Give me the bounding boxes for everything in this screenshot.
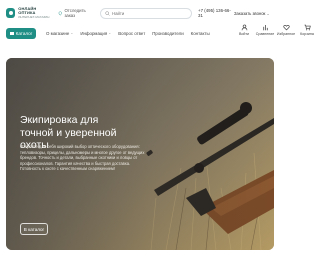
- nav-item-faq[interactable]: Вопрос ответ: [118, 31, 145, 36]
- nav-item-about[interactable]: О магазине ⌄: [46, 31, 73, 36]
- menu-icon: [9, 31, 14, 35]
- cart-button[interactable]: Корзина: [300, 24, 314, 36]
- nav-item-label: Контакты: [190, 30, 210, 36]
- order-track-label: Отследить заказ: [64, 8, 86, 18]
- nav-item-info[interactable]: Информация ⌄: [80, 31, 111, 36]
- favorites-button[interactable]: Избранное: [277, 24, 295, 36]
- nav-item-label: Информация: [80, 30, 108, 36]
- logo-subtitle: ИНТЕРНЕТ-МАГАЗИН: [18, 15, 50, 19]
- nav-item-label: Вопрос ответ: [118, 30, 146, 36]
- nav-item-contacts[interactable]: Контакты: [191, 31, 210, 36]
- phone-number[interactable]: +7 (495) 136-66-31: [198, 8, 234, 18]
- order-track-link[interactable]: Отследить заказ: [58, 8, 94, 18]
- catalog-label: Каталог: [15, 30, 33, 36]
- search-box[interactable]: [100, 7, 192, 19]
- to-catalog-button[interactable]: В каталог: [20, 223, 48, 235]
- nav-links: О магазине ⌄ Информация ⌄ Вопрос ответ П…: [46, 31, 210, 36]
- chevron-down-icon: ⌄: [266, 10, 270, 16]
- search-input[interactable]: [112, 10, 182, 16]
- callback-link[interactable]: Заказать звонок ⌄: [234, 11, 270, 16]
- logo-mark-icon: [6, 8, 16, 18]
- main-nav: Каталог О магазине ⌄ Информация ⌄ Вопрос…: [0, 26, 280, 40]
- nav-item-brands[interactable]: Производители: [152, 31, 183, 36]
- heart-icon: [282, 24, 290, 31]
- nav-item-label: О магазине: [46, 30, 70, 36]
- nav-item-label: Производители: [152, 30, 184, 36]
- hero-description: Откройте для себя широкий выбор оптическ…: [20, 144, 145, 172]
- site-logo[interactable]: ОНЛАЙН ОПТИКА ИНТЕРНЕТ-МАГАЗИН: [6, 7, 52, 19]
- cart-icon: [304, 24, 311, 31]
- catalog-button[interactable]: Каталог: [6, 27, 36, 39]
- logo-text: ОНЛАЙН ОПТИКА ИНТЕРНЕТ-МАГАЗИН: [18, 6, 52, 20]
- top-header: ОНЛАЙН ОПТИКА ИНТЕРНЕТ-МАГАЗИН Отследить…: [0, 0, 280, 26]
- chevron-down-icon: ⌄: [108, 31, 112, 35]
- cart-label: Корзина: [300, 32, 314, 36]
- logo-title: ОНЛАЙН ОПТИКА: [18, 6, 37, 15]
- chevron-down-icon: ⌄: [70, 31, 74, 35]
- location-pin-icon: [58, 10, 62, 16]
- callback-label: Заказать звонок: [234, 10, 266, 16]
- search-icon: [105, 10, 110, 16]
- hero-banner: Экипировка для точной и уверенной охоты …: [6, 58, 274, 250]
